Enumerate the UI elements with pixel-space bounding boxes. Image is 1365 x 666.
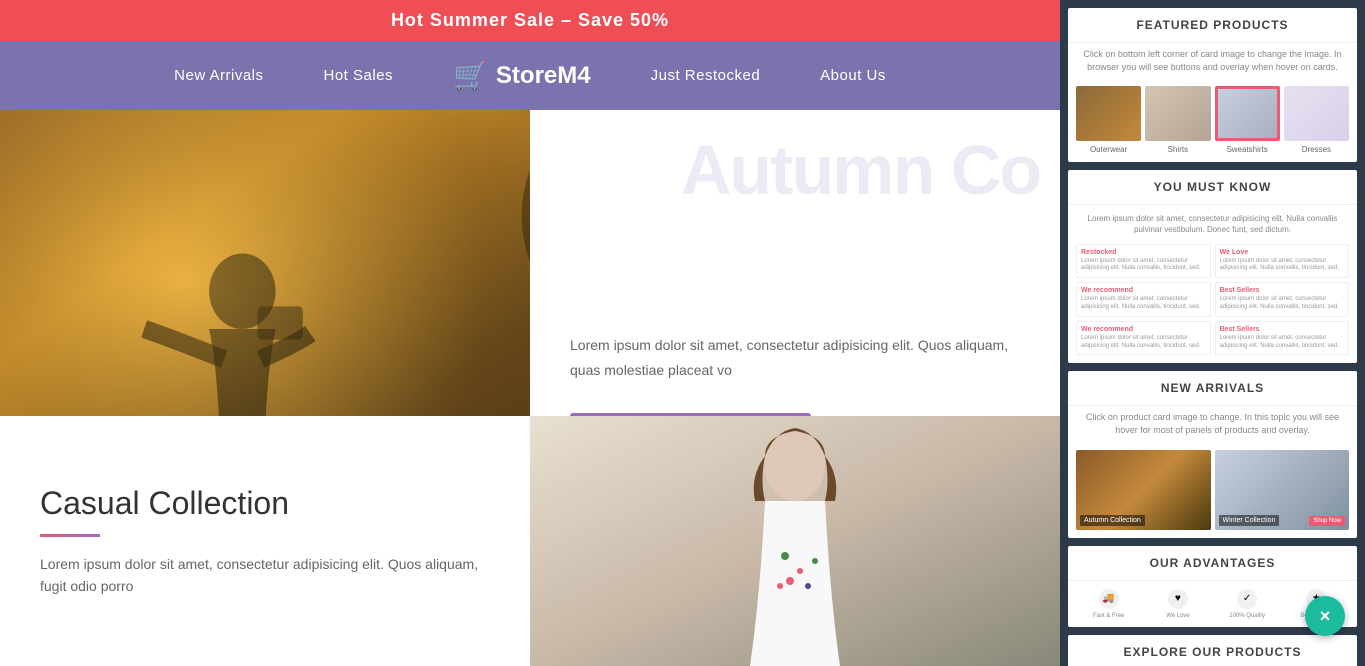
hero-background-title: Autumn Co: [681, 130, 1040, 210]
must-know-item-4: We recommend Lorem ipsum dolor sit amet,…: [1076, 321, 1211, 356]
featured-products-section: FEATURED PRODUCTS Click on bottom left c…: [1068, 8, 1357, 162]
thumb-shirts-label: Shirts: [1145, 145, 1210, 154]
must-know-item-2: We recommend Lorem ipsum dolor sit amet,…: [1076, 282, 1211, 317]
nav-just-restocked[interactable]: Just Restocked: [651, 67, 761, 84]
main-area: Hot Summer Sale – Save 50% New Arrivals …: [0, 0, 1060, 666]
thumb-dresses-img: [1284, 86, 1349, 141]
thumb-dresses-label: Dresses: [1284, 145, 1349, 154]
advantage-2-icon: ✓: [1237, 589, 1257, 609]
logo[interactable]: 🛒 StoreM4: [453, 59, 591, 92]
new-arrivals-images: Autumn Collection Winter Collection Shop…: [1068, 442, 1357, 538]
thumb-shirts-img: [1145, 86, 1210, 141]
featured-products-subtitle: Click on bottom left corner of card imag…: [1068, 43, 1357, 78]
must-know-item-1-text: Lorem ipsum dolor sit amet, consectetur …: [1220, 258, 1345, 274]
arrivals-winter-btn[interactable]: Shop Now: [1309, 516, 1345, 526]
must-know-item-1: We Love Lorem ipsum dolor sit amet, cons…: [1215, 244, 1350, 279]
arrivals-autumn[interactable]: Autumn Collection: [1076, 450, 1211, 530]
new-arrivals-title: NEW ARRIVALS: [1068, 371, 1357, 406]
casual-collection-section: Casual Collection Lorem ipsum dolor sit …: [0, 416, 530, 666]
nav-about-us[interactable]: About Us: [820, 67, 886, 84]
right-panel: FEATURED PRODUCTS Click on bottom left c…: [1060, 0, 1365, 666]
bottom-section: Casual Collection Lorem ipsum dolor sit …: [0, 416, 1060, 666]
arrivals-autumn-label: Autumn Collection: [1080, 515, 1145, 526]
must-know-item-0-title: Restocked: [1081, 249, 1206, 256]
advantage-0-icon: 🚚: [1099, 589, 1119, 609]
new-arrivals-subtitle: Click on product card image to change. I…: [1068, 406, 1357, 441]
cart-icon: 🛒: [453, 59, 488, 92]
must-know-title: YOU MUST KNOW: [1068, 170, 1357, 205]
advantage-1-icon: ♥: [1168, 589, 1188, 609]
must-know-item-5: Best Sellers Lorem ipsum dolor sit amet,…: [1215, 321, 1350, 356]
must-know-desc: Lorem ipsum dolor sit amet, consectetur …: [1076, 213, 1349, 235]
hero-body-text: Lorem ipsum dolor sit amet, consectetur …: [570, 333, 1020, 383]
casual-collection-title: Casual Collection: [40, 485, 490, 522]
advantage-2: ✓ 100% Quality: [1215, 589, 1280, 619]
must-know-item-2-text: Lorem ipsum dolor sit amet, consectetur …: [1081, 296, 1206, 312]
explore-products-section: EXPLORE OUR PRODUCTS: [1068, 635, 1357, 666]
must-know-item-5-text: Lorem ipsum dolor sit amet, consectetur …: [1220, 335, 1345, 351]
must-know-item-2-title: We recommend: [1081, 287, 1206, 294]
nav-hot-sales[interactable]: Hot Sales: [324, 67, 394, 84]
new-arrivals-section: NEW ARRIVALS Click on product card image…: [1068, 371, 1357, 537]
explore-products-title: EXPLORE OUR PRODUCTS: [1068, 635, 1357, 666]
thumb-outwear-label: Outerwear: [1076, 145, 1141, 154]
bottom-right-image: [530, 416, 1060, 666]
thumb-outwear[interactable]: Outerwear: [1076, 86, 1141, 154]
section-divider: [40, 534, 100, 537]
casual-collection-text: Lorem ipsum dolor sit amet, consectetur …: [40, 553, 490, 598]
must-know-item-4-text: Lorem ipsum dolor sit amet, consectetur …: [1081, 335, 1206, 351]
featured-thumbs-container: Outerwear Shirts Sweatshirts Dresses: [1068, 78, 1357, 162]
must-know-item-4-title: We recommend: [1081, 326, 1206, 333]
must-know-content: Lorem ipsum dolor sit amet, consectetur …: [1068, 205, 1357, 363]
advantage-2-label: 100% Quality: [1215, 613, 1280, 619]
thumb-shirts[interactable]: Shirts: [1145, 86, 1210, 154]
sale-banner-text: Hot Summer Sale – Save 50%: [391, 10, 669, 30]
sale-banner: Hot Summer Sale – Save 50%: [0, 0, 1060, 41]
thumb-sweatshirts-img: [1215, 86, 1280, 141]
must-know-item-3-title: Best Sellers: [1220, 287, 1345, 294]
must-know-item-3: Best Sellers Lorem ipsum dolor sit amet,…: [1215, 282, 1350, 317]
close-button[interactable]: ×: [1305, 596, 1345, 636]
must-know-item-5-title: Best Sellers: [1220, 326, 1345, 333]
advantage-1-label: We Love: [1145, 613, 1210, 619]
must-know-item-1-title: We Love: [1220, 249, 1345, 256]
advantage-0-label: Fast & Free: [1076, 613, 1141, 619]
advantage-1: ♥ We Love: [1145, 589, 1210, 619]
thumb-outwear-img: [1076, 86, 1141, 141]
must-know-item-0-text: Lorem ipsum dolor sit amet, consectetur …: [1081, 258, 1206, 274]
must-know-grid: Restocked Lorem ipsum dolor sit amet, co…: [1076, 244, 1349, 356]
logo-text: StoreM4: [496, 62, 591, 90]
advantage-0: 🚚 Fast & Free: [1076, 589, 1141, 619]
featured-products-title: FEATURED PRODUCTS: [1068, 8, 1357, 43]
must-know-item-0: Restocked Lorem ipsum dolor sit amet, co…: [1076, 244, 1211, 279]
must-know-item-3-text: Lorem ipsum dolor sit amet, consectetur …: [1220, 296, 1345, 312]
arrivals-winter-label: Winter Collection: [1219, 515, 1280, 526]
thumb-sweatshirts[interactable]: Sweatshirts: [1215, 86, 1280, 154]
thumb-dresses[interactable]: Dresses: [1284, 86, 1349, 154]
you-must-know-section: YOU MUST KNOW Lorem ipsum dolor sit amet…: [1068, 170, 1357, 363]
our-advantages-title: OUR ADVANTAGES: [1068, 546, 1357, 581]
thumb-sweatshirts-label: Sweatshirts: [1215, 145, 1280, 154]
nav-new-arrivals[interactable]: New Arrivals: [174, 67, 263, 84]
arrivals-winter[interactable]: Winter Collection Shop Now: [1215, 450, 1350, 530]
navbar: New Arrivals Hot Sales 🛒 StoreM4 Just Re…: [0, 41, 1060, 110]
